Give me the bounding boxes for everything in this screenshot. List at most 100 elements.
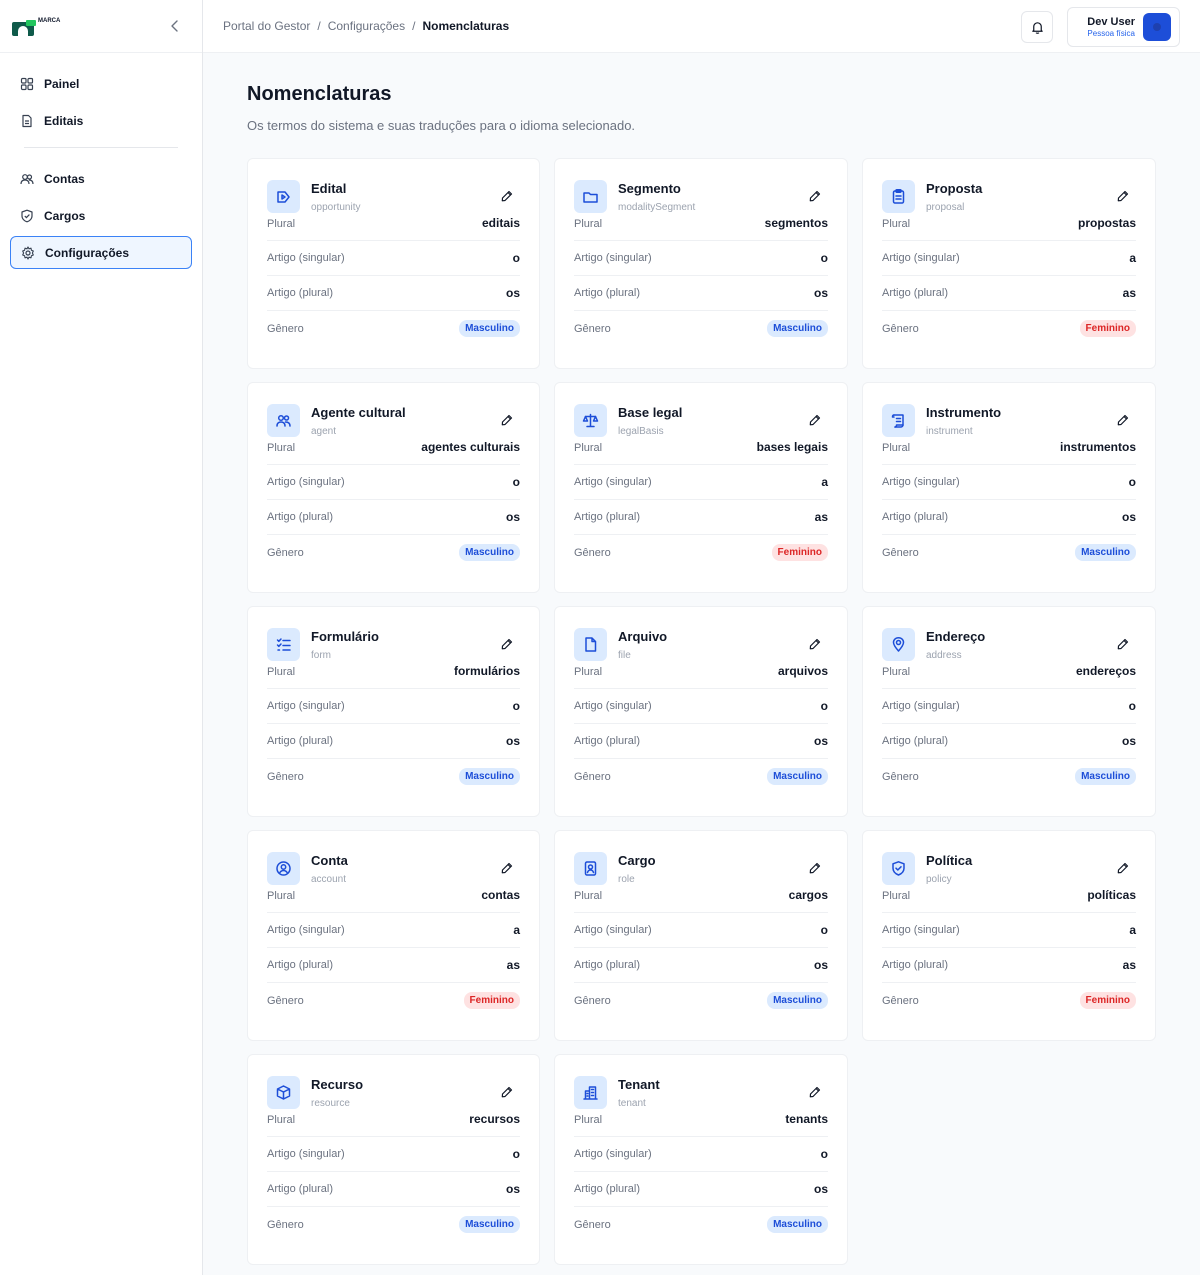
row-label: Gênero bbox=[574, 994, 611, 1007]
row-label: Plural bbox=[267, 666, 296, 678]
article-plural-value: os bbox=[505, 1182, 520, 1196]
row-label: Gênero bbox=[882, 322, 919, 335]
card-title: Tenant bbox=[618, 1077, 660, 1092]
article-singular-value: o bbox=[820, 1147, 828, 1161]
breadcrumb: Portal do Gestor / Configurações / Nomen… bbox=[223, 19, 509, 33]
edit-button[interactable] bbox=[1116, 189, 1130, 203]
chevron-left-icon bbox=[171, 20, 178, 32]
row-gender: Gênero Feminino bbox=[267, 983, 520, 1018]
row-label: Artigo (plural) bbox=[882, 735, 949, 747]
card-key: tenant bbox=[618, 1098, 646, 1109]
row-gender: Gênero Feminino bbox=[574, 535, 828, 570]
edit-button[interactable] bbox=[808, 413, 822, 427]
nomenclature-card-opportunity: Edital opportunity Plural editais Artigo… bbox=[247, 158, 540, 369]
sidebar-item-contas[interactable]: Contas bbox=[10, 162, 192, 195]
card-key: account bbox=[311, 874, 347, 885]
edit-button[interactable] bbox=[500, 1085, 514, 1099]
edit-button[interactable] bbox=[500, 637, 514, 651]
article-plural-value: os bbox=[813, 958, 828, 972]
row-article-plural: Artigo (plural) as bbox=[882, 276, 1136, 311]
sidebar-item-painel[interactable]: Painel bbox=[10, 67, 192, 100]
row-gender: Gênero Masculino bbox=[267, 759, 520, 794]
article-singular-value: o bbox=[820, 251, 828, 265]
edit-button[interactable] bbox=[500, 861, 514, 875]
row-label: Plural bbox=[882, 890, 911, 902]
nomenclature-card-address: Endereço address Plural endereços Artigo… bbox=[862, 606, 1156, 817]
nomenclature-card-policy: Política policy Plural políticas Artigo … bbox=[862, 830, 1156, 1041]
badge-icon bbox=[574, 852, 607, 885]
edit-button[interactable] bbox=[808, 1085, 822, 1099]
edit-button[interactable] bbox=[1116, 413, 1130, 427]
row-plural: Plural bases legais bbox=[574, 438, 828, 465]
sidebar-item-cargos[interactable]: Cargos bbox=[10, 199, 192, 232]
row-gender: Gênero Masculino bbox=[574, 759, 828, 794]
collapse-sidebar-button[interactable] bbox=[168, 18, 182, 34]
card-key: proposal bbox=[926, 202, 965, 213]
breadcrumb-link-configuracoes[interactable]: Configurações bbox=[328, 19, 405, 33]
nomenclature-card-account: Conta account Plural contas Artigo (sing… bbox=[247, 830, 540, 1041]
row-label: Plural bbox=[574, 1114, 603, 1126]
row-gender: Gênero Feminino bbox=[882, 983, 1136, 1018]
edit-button[interactable] bbox=[808, 637, 822, 651]
scale-icon bbox=[574, 404, 607, 437]
gender-badge: Masculino bbox=[767, 1216, 828, 1233]
breadcrumb-current: Nomenclaturas bbox=[422, 19, 510, 33]
edit-button[interactable] bbox=[500, 413, 514, 427]
article-plural-value: as bbox=[506, 958, 520, 972]
users-icon bbox=[20, 173, 34, 184]
card-title: Proposta bbox=[926, 181, 983, 196]
user-info: Dev User Pessoa física bbox=[1087, 16, 1135, 38]
card-key: opportunity bbox=[311, 202, 361, 213]
row-article-singular: Artigo (singular) a bbox=[574, 465, 828, 500]
row-label: Plural bbox=[574, 442, 603, 454]
edit-button[interactable] bbox=[1116, 637, 1130, 651]
card-title: Recurso bbox=[311, 1077, 364, 1092]
row-plural: Plural contas bbox=[267, 886, 520, 913]
row-article-plural: Artigo (plural) as bbox=[574, 500, 828, 535]
user-name: Dev User bbox=[1087, 16, 1135, 28]
sidebar-item-label: Cargos bbox=[44, 208, 86, 223]
plural-value: tenants bbox=[785, 1112, 828, 1126]
page-title: Nomenclaturas bbox=[247, 83, 392, 105]
row-label: Artigo (singular) bbox=[574, 700, 652, 712]
plural-value: editais bbox=[481, 216, 520, 230]
user-role: Pessoa física bbox=[1087, 29, 1135, 38]
user-circle-icon bbox=[267, 852, 300, 885]
shield-check-icon bbox=[882, 852, 915, 885]
user-menu[interactable]: Dev User Pessoa física bbox=[1067, 7, 1180, 47]
card-header: Recurso resource bbox=[267, 1055, 520, 1110]
article-plural-value: os bbox=[505, 286, 520, 300]
row-article-singular: Artigo (singular) o bbox=[882, 465, 1136, 500]
edit-button[interactable] bbox=[808, 189, 822, 203]
row-label: Artigo (singular) bbox=[882, 476, 960, 488]
edit-button[interactable] bbox=[1116, 861, 1130, 875]
sidebar-item-configuracoes[interactable]: Configurações bbox=[10, 236, 192, 269]
sidebar-item-editais[interactable]: Editais bbox=[10, 104, 192, 137]
card-key: instrument bbox=[926, 426, 973, 437]
plural-value: instrumentos bbox=[1059, 440, 1136, 454]
row-article-singular: Artigo (singular) o bbox=[267, 241, 520, 276]
row-gender: Gênero Masculino bbox=[574, 1207, 828, 1242]
row-gender: Gênero Masculino bbox=[267, 535, 520, 570]
card-header: Instrumento instrument bbox=[882, 383, 1136, 438]
article-singular-value: o bbox=[512, 1147, 520, 1161]
article-singular-value: o bbox=[512, 699, 520, 713]
brand-logo[interactable]: MARCA bbox=[12, 16, 60, 36]
edit-button[interactable] bbox=[808, 861, 822, 875]
row-article-singular: Artigo (singular) o bbox=[882, 689, 1136, 724]
row-label: Plural bbox=[574, 666, 603, 678]
plural-value: cargos bbox=[788, 888, 828, 902]
row-plural: Plural políticas bbox=[882, 886, 1136, 913]
row-article-singular: Artigo (singular) a bbox=[267, 913, 520, 948]
notifications-button[interactable] bbox=[1021, 11, 1053, 43]
breadcrumb-link-portal[interactable]: Portal do Gestor bbox=[223, 19, 310, 33]
edit-button[interactable] bbox=[500, 189, 514, 203]
card-key: resource bbox=[311, 1098, 350, 1109]
plural-value: bases legais bbox=[756, 440, 828, 454]
row-label: Gênero bbox=[882, 770, 919, 783]
pencil-icon bbox=[1117, 638, 1129, 650]
row-label: Artigo (singular) bbox=[267, 476, 345, 488]
card-header: Arquivo file bbox=[574, 607, 828, 662]
card-header: Cargo role bbox=[574, 831, 828, 886]
article-singular-value: o bbox=[1128, 699, 1136, 713]
